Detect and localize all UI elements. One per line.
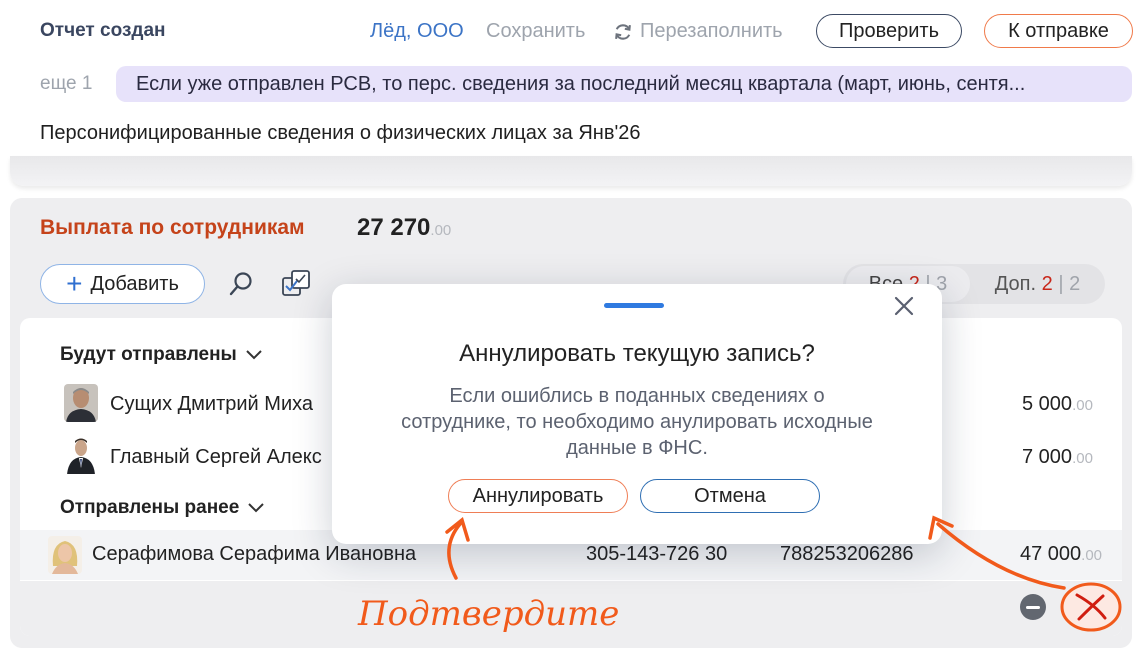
- annotation-label: Подтвердите: [358, 594, 620, 634]
- check-button[interactable]: Проверить: [816, 14, 962, 48]
- row-amount-value: 47 000: [1020, 543, 1082, 565]
- sum-value: 27 270: [357, 214, 431, 241]
- filter-extra-total: 2: [1069, 272, 1081, 295]
- filter-extra-sep: |: [1058, 272, 1064, 295]
- annul-button[interactable]: Аннулировать: [448, 479, 628, 513]
- plus-icon: +: [66, 268, 83, 299]
- refresh-icon: [615, 23, 631, 40]
- x-icon[interactable]: [1055, 581, 1123, 633]
- row-name[interactable]: Серафимова Серафима Ивановна: [92, 543, 416, 566]
- add-label: Добавить: [90, 272, 179, 295]
- row-inn: 788253206286: [780, 543, 914, 565]
- save-button[interactable]: Сохранить: [486, 20, 585, 43]
- avatar: [64, 436, 98, 474]
- group-will-send-label: Будут отправлены: [60, 344, 237, 365]
- report-subtitle: Персонифицированные сведения о физически…: [40, 122, 641, 144]
- row-amount: 7 000.00: [1022, 446, 1093, 469]
- row-amount-cents: .00: [1081, 547, 1103, 564]
- row-amount: 47 000.00: [1020, 543, 1102, 566]
- minus-icon[interactable]: [1020, 594, 1046, 620]
- chevron-down-icon: [246, 350, 262, 360]
- add-button[interactable]: + Добавить: [40, 264, 205, 304]
- checklist-icon[interactable]: [280, 268, 312, 300]
- refill-label: Перезаполнить: [640, 20, 783, 42]
- filter-extra-tab[interactable]: Доп. 2 | 2: [980, 266, 1095, 302]
- group-sent-before-label: Отправлены ранее: [60, 497, 240, 518]
- chevron-down-icon: [248, 503, 265, 513]
- notice-banner[interactable]: Если уже отправлен РСВ, то перс. сведени…: [116, 66, 1132, 102]
- row-amount-value: 7 000: [1022, 446, 1073, 468]
- group-sent-before[interactable]: Отправлены ранее: [60, 497, 265, 519]
- row-name[interactable]: Сущих Дмитрий Миха: [110, 393, 313, 416]
- filter-extra-count-red: 2: [1041, 272, 1053, 295]
- dialog-title: Аннулировать текущую запись?: [459, 340, 815, 367]
- search-icon[interactable]: [228, 270, 254, 298]
- row-name[interactable]: Главный Сергей Алекс: [110, 446, 322, 469]
- avatar: [48, 536, 82, 574]
- refill-button[interactable]: Перезаполнить: [612, 20, 783, 43]
- row-amount-cents: .00: [1072, 450, 1093, 467]
- dialog-text: Если ошиблись в поданных сведениях о сот…: [401, 385, 873, 459]
- close-icon[interactable]: [892, 294, 916, 318]
- section-title: Выплата по сотрудникам: [40, 216, 305, 239]
- send-button[interactable]: К отправке: [984, 14, 1133, 48]
- filter-extra-label: Доп.: [994, 272, 1037, 295]
- org-link[interactable]: Лёд, ООО: [370, 20, 464, 43]
- row-amount-value: 5 000: [1022, 393, 1073, 415]
- sum-cents: .00: [430, 222, 452, 239]
- more-notices-link[interactable]: еще 1: [40, 73, 92, 95]
- collapse-tray[interactable]: [10, 156, 1132, 186]
- report-status: Отчет создан: [40, 20, 166, 41]
- group-will-send[interactable]: Будут отправлены: [60, 344, 263, 366]
- row-snils: 305-143-726 30: [586, 543, 728, 565]
- dialog-drag-handle[interactable]: [604, 303, 664, 308]
- section-sum: 27 270.00: [357, 214, 451, 242]
- row-amount: 5 000.00: [1022, 393, 1093, 416]
- cancel-button[interactable]: Отмена: [640, 479, 820, 513]
- row-amount-cents: .00: [1072, 397, 1093, 414]
- avatar: [64, 384, 98, 422]
